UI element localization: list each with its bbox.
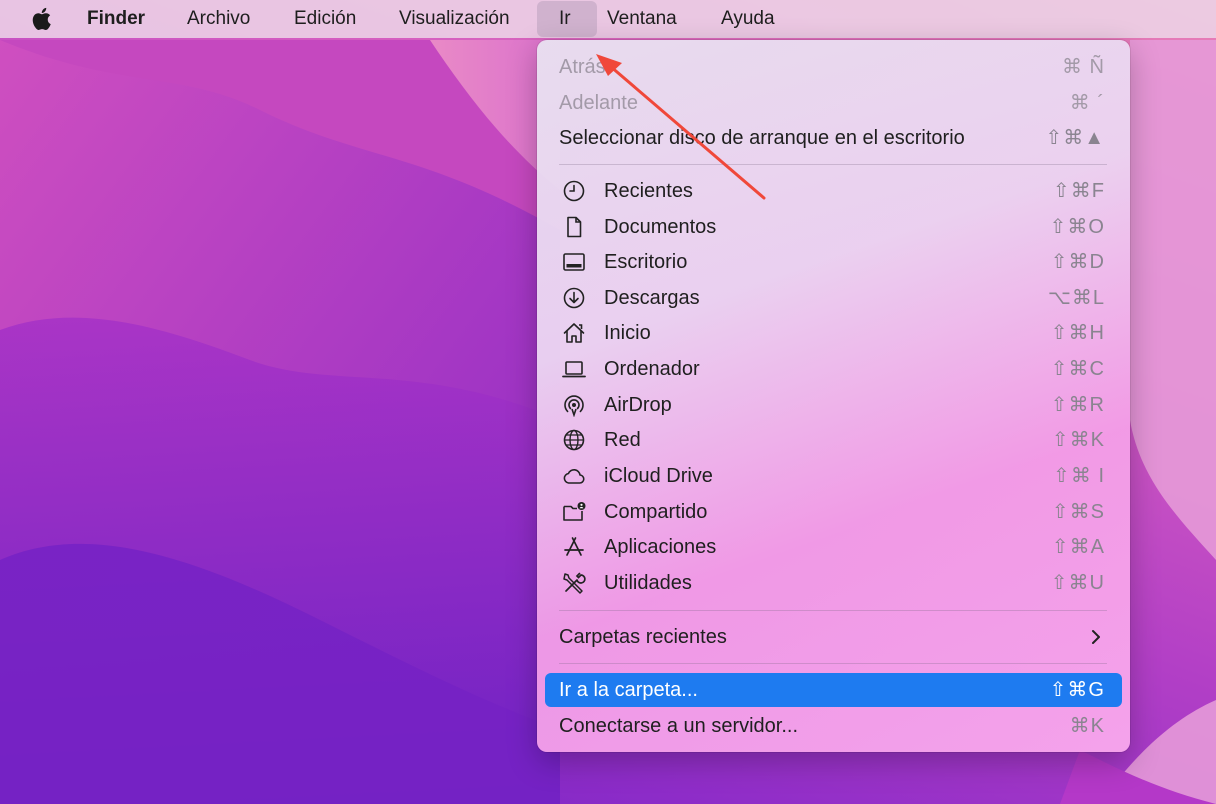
annotation-arrow xyxy=(596,54,766,200)
